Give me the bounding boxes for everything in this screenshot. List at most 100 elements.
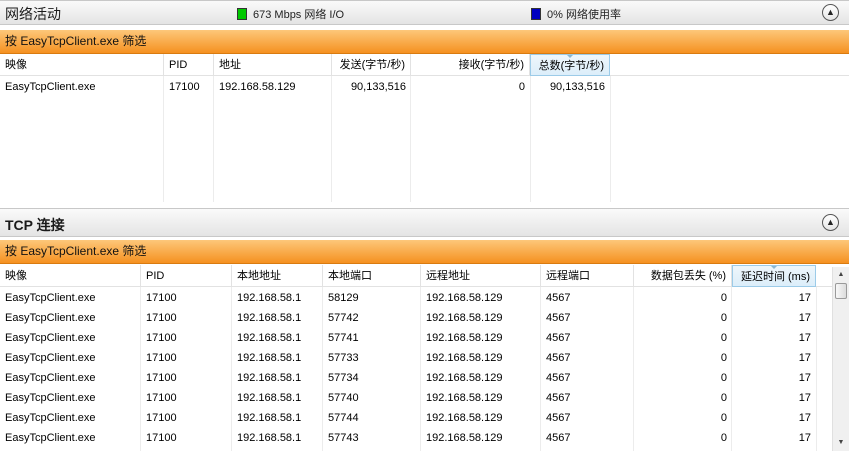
scroll-thumb[interactable] bbox=[835, 283, 847, 299]
cell-remote-address: 192.168.58.129 bbox=[426, 312, 503, 324]
cell-image: EasyTcpClient.exe bbox=[5, 412, 96, 424]
cell-local-address: 192.168.58.1 bbox=[237, 392, 302, 404]
cell-image: EasyTcpClient.exe bbox=[5, 432, 96, 444]
cell-local-port: 57740 bbox=[328, 392, 359, 404]
cell-packet-loss: 0 bbox=[720, 312, 727, 324]
cell-remote-port: 4567 bbox=[546, 352, 571, 364]
network-filter-bar: 按 EasyTcpClient.exe 筛选 bbox=[0, 30, 849, 54]
network-activity-title: 网络活动 bbox=[5, 6, 61, 22]
col-address[interactable]: 地址 bbox=[214, 54, 332, 76]
col-latency[interactable]: 延迟时间 (ms) bbox=[732, 265, 816, 287]
chevron-up-icon[interactable]: ▲ bbox=[822, 214, 839, 231]
cell-remote-port: 4567 bbox=[546, 432, 571, 444]
cell-packet-loss: 0 bbox=[720, 432, 727, 444]
cell-latency: 17 bbox=[798, 352, 811, 364]
cell-remote-port: 4567 bbox=[546, 412, 571, 424]
cell-pid: 17100 bbox=[146, 412, 177, 424]
cell-pid: 17100 bbox=[146, 352, 177, 364]
tcp-table-header: 映像 PID 本地地址 本地端口 远程地址 远程端口 数据包丢失 (%) 延迟时… bbox=[0, 265, 832, 287]
cell-pid: 17100 bbox=[146, 292, 177, 304]
col-pid[interactable]: PID bbox=[141, 265, 232, 287]
col-receive[interactable]: 接收(字节/秒) bbox=[411, 54, 530, 76]
cell-image: EasyTcpClient.exe bbox=[5, 352, 96, 364]
cell-pid: 17100 bbox=[146, 312, 177, 324]
cell-local-port: 57744 bbox=[328, 412, 359, 424]
cell-pid: 17100 bbox=[146, 332, 177, 344]
tcp-scrollbar[interactable]: ▲ ▼ bbox=[832, 267, 849, 451]
network-usage-legend: 0% 网络使用率 bbox=[531, 6, 621, 22]
network-usage-swatch bbox=[531, 8, 541, 20]
cell-remote-port: 4567 bbox=[546, 332, 571, 344]
network-table-header: 映像 PID 地址 发送(字节/秒) 接收(字节/秒) 总数(字节/秒) bbox=[0, 54, 849, 76]
cell-total: 90,133,516 bbox=[549, 81, 605, 93]
cell-local-address: 192.168.58.1 bbox=[237, 332, 302, 344]
cell-remote-port: 4567 bbox=[546, 292, 571, 304]
cell-local-port: 57741 bbox=[328, 332, 359, 344]
network-activity-header[interactable]: 网络活动 673 Mbps 网络 I/O 0% 网络使用率 ▲ bbox=[0, 0, 849, 25]
col-total[interactable]: 总数(字节/秒) bbox=[530, 54, 610, 76]
cell-packet-loss: 0 bbox=[720, 292, 727, 304]
tcp-connections-header[interactable]: TCP 连接 ▲ bbox=[0, 208, 849, 237]
col-local-port[interactable]: 本地端口 bbox=[323, 265, 421, 287]
cell-address: 192.168.58.129 bbox=[219, 81, 296, 93]
network-usage-legend-text: 0% 网络使用率 bbox=[547, 9, 621, 21]
cell-latency: 17 bbox=[798, 292, 811, 304]
cell-packet-loss: 0 bbox=[720, 392, 727, 404]
cell-pid: 17100 bbox=[169, 81, 200, 93]
col-image[interactable]: 映像 bbox=[0, 265, 141, 287]
cell-latency: 17 bbox=[798, 432, 811, 444]
col-send[interactable]: 发送(字节/秒) bbox=[332, 54, 411, 76]
cell-image: EasyTcpClient.exe bbox=[5, 292, 96, 304]
network-io-legend: 673 Mbps 网络 I/O bbox=[237, 6, 344, 22]
cell-pid: 17100 bbox=[146, 432, 177, 444]
col-packet-loss[interactable]: 数据包丢失 (%) bbox=[634, 265, 732, 287]
col-remote-address[interactable]: 远程地址 bbox=[421, 265, 541, 287]
cell-image: EasyTcpClient.exe bbox=[5, 372, 96, 384]
scroll-up-icon[interactable]: ▲ bbox=[833, 267, 849, 283]
cell-remote-address: 192.168.58.129 bbox=[426, 412, 503, 424]
network-io-swatch bbox=[237, 8, 247, 20]
cell-latency: 17 bbox=[798, 412, 811, 424]
cell-image: EasyTcpClient.exe bbox=[5, 332, 96, 344]
cell-local-port: 57742 bbox=[328, 312, 359, 324]
cell-remote-address: 192.168.58.129 bbox=[426, 352, 503, 364]
cell-image: EasyTcpClient.exe bbox=[5, 81, 96, 93]
cell-local-address: 192.168.58.1 bbox=[237, 372, 302, 384]
cell-local-port: 57743 bbox=[328, 432, 359, 444]
cell-local-address: 192.168.58.1 bbox=[237, 312, 302, 324]
cell-local-port: 57734 bbox=[328, 372, 359, 384]
cell-remote-address: 192.168.58.129 bbox=[426, 392, 503, 404]
cell-local-port: 58129 bbox=[328, 292, 359, 304]
cell-local-address: 192.168.58.1 bbox=[237, 292, 302, 304]
cell-local-address: 192.168.58.1 bbox=[237, 432, 302, 444]
cell-latency: 17 bbox=[798, 312, 811, 324]
tcp-filter-bar: 按 EasyTcpClient.exe 筛选 bbox=[0, 240, 849, 264]
cell-local-address: 192.168.58.1 bbox=[237, 412, 302, 424]
cell-remote-address: 192.168.58.129 bbox=[426, 292, 503, 304]
col-local-address[interactable]: 本地地址 bbox=[232, 265, 323, 287]
cell-packet-loss: 0 bbox=[720, 332, 727, 344]
cell-remote-port: 4567 bbox=[546, 312, 571, 324]
cell-remote-address: 192.168.58.129 bbox=[426, 432, 503, 444]
network-io-legend-text: 673 Mbps 网络 I/O bbox=[253, 9, 345, 21]
col-remote-port[interactable]: 远程端口 bbox=[541, 265, 634, 287]
cell-latency: 17 bbox=[798, 332, 811, 344]
divider bbox=[816, 287, 817, 451]
cell-packet-loss: 0 bbox=[720, 412, 727, 424]
cell-pid: 17100 bbox=[146, 372, 177, 384]
cell-pid: 17100 bbox=[146, 392, 177, 404]
tcp-connections-title: TCP 连接 bbox=[5, 217, 65, 233]
cell-local-address: 192.168.58.1 bbox=[237, 352, 302, 364]
cell-packet-loss: 0 bbox=[720, 352, 727, 364]
cell-receive: 0 bbox=[518, 81, 525, 93]
col-pid[interactable]: PID bbox=[164, 54, 214, 76]
cell-latency: 17 bbox=[798, 392, 811, 404]
col-image[interactable]: 映像 bbox=[0, 54, 164, 76]
chevron-up-icon[interactable]: ▲ bbox=[822, 4, 839, 21]
cell-local-port: 57733 bbox=[328, 352, 359, 364]
scroll-down-icon[interactable]: ▼ bbox=[833, 435, 849, 451]
cell-image: EasyTcpClient.exe bbox=[5, 392, 96, 404]
cell-latency: 17 bbox=[798, 372, 811, 384]
cell-remote-address: 192.168.58.129 bbox=[426, 332, 503, 344]
cell-remote-port: 4567 bbox=[546, 372, 571, 384]
